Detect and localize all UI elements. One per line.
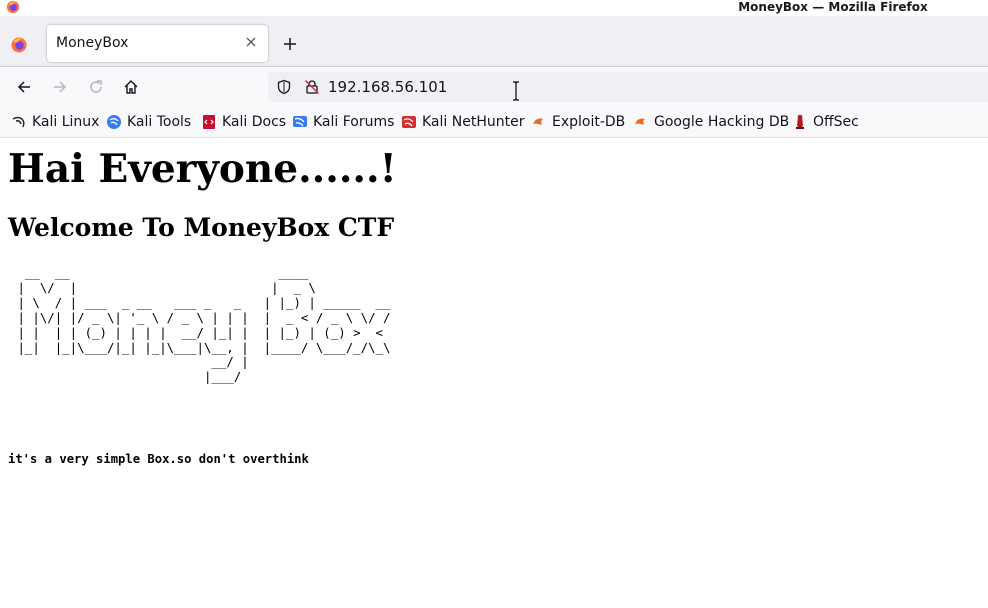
tab-strip: MoneyBox xyxy=(0,16,988,66)
page-content: Hai Everyone......! Welcome To MoneyBox … xyxy=(0,138,988,608)
kali-tools-icon xyxy=(107,115,121,129)
bookmark-offsec[interactable]: OffSec xyxy=(792,113,859,131)
ascii-art-logo: __ __ ____ | \/ | | _ \ | \ / | ___ _ __… xyxy=(17,265,391,385)
bookmark-label: Exploit-DB xyxy=(552,114,626,130)
bookmark-google-hacking-db[interactable]: Google Hacking DB xyxy=(633,113,789,131)
tab-moneybox[interactable]: MoneyBox xyxy=(47,25,268,62)
close-icon[interactable] xyxy=(244,35,258,49)
kali-nethunter-icon xyxy=(402,116,416,128)
bookmark-label: Kali Forums xyxy=(313,114,395,130)
home-icon[interactable] xyxy=(122,78,140,96)
back-arrow-icon[interactable] xyxy=(15,78,33,96)
reload-icon[interactable] xyxy=(87,78,105,96)
bookmark-label: OffSec xyxy=(813,114,859,130)
page-subheading: Welcome To MoneyBox CTF xyxy=(8,213,395,242)
bookmark-kali-linux[interactable]: Kali Linux xyxy=(11,113,99,131)
bookmark-exploit-db[interactable]: Exploit-DB xyxy=(531,113,625,131)
text-cursor-icon xyxy=(513,81,519,101)
kali-dragon-icon xyxy=(12,116,25,128)
tracking-protection-shield-icon[interactable] xyxy=(276,79,292,95)
bookmark-label: Kali Linux xyxy=(32,114,100,130)
bookmark-kali-nethunter[interactable]: Kali NetHunter xyxy=(401,113,524,131)
bookmark-kali-forums[interactable]: Kali Forums xyxy=(292,113,394,131)
window-titlebar: MoneyBox — Mozilla Firefox xyxy=(0,0,988,16)
address-bar[interactable]: 192.168.56.101 xyxy=(268,72,988,102)
page-heading: Hai Everyone......! xyxy=(8,146,397,192)
ghdb-icon xyxy=(635,118,645,125)
url-text: 192.168.56.101 xyxy=(328,78,448,96)
window-title: MoneyBox — Mozilla Firefox xyxy=(738,0,928,14)
offsec-icon xyxy=(796,115,804,129)
bookmark-label: Kali NetHunter xyxy=(422,114,525,130)
forward-arrow-icon[interactable] xyxy=(51,78,69,96)
new-tab-button[interactable] xyxy=(281,35,299,53)
bookmark-kali-tools[interactable]: Kali Tools xyxy=(106,113,191,131)
bookmark-label: Kali Tools xyxy=(127,114,192,130)
bookmarks-toolbar: Kali Linux Kali Tools Kali Docs Kali For… xyxy=(0,106,988,138)
bookmark-label: Kali Docs xyxy=(222,114,287,130)
bookmark-label: Google Hacking DB xyxy=(654,114,790,130)
kali-forums-icon xyxy=(293,116,307,127)
insecure-lock-icon[interactable] xyxy=(304,79,320,95)
exploit-db-icon xyxy=(533,118,543,125)
firefox-view-icon[interactable] xyxy=(10,36,28,54)
navigation-toolbar: 192.168.56.101 xyxy=(0,66,988,106)
page-note: it's a very simple Box.so don't overthin… xyxy=(8,452,309,466)
kali-docs-icon xyxy=(203,115,215,129)
tab-label: MoneyBox xyxy=(56,35,129,51)
bookmark-kali-docs[interactable]: Kali Docs xyxy=(201,113,286,131)
